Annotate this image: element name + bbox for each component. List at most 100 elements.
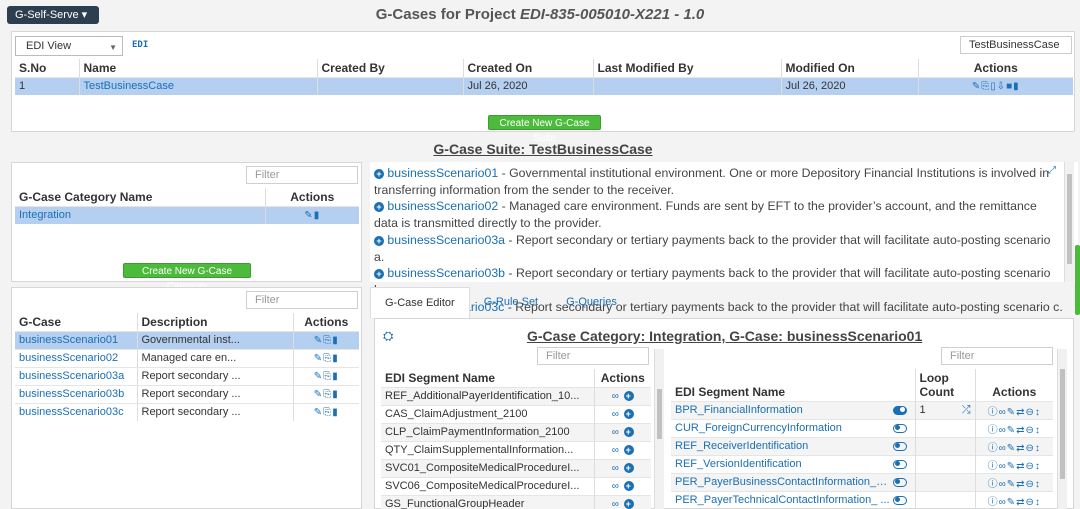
edit-icon[interactable]: ✎ <box>972 81 981 92</box>
edit-icon[interactable]: ✎ <box>314 389 323 400</box>
scrollbar-thumb[interactable] <box>1067 174 1072 264</box>
create-gcase-suite-button[interactable]: Create New G-Case Suite <box>488 115 601 144</box>
available-scrollbar[interactable] <box>654 349 664 509</box>
retweet-icon[interactable]: ⇄ <box>1016 443 1025 454</box>
suite-search-input[interactable]: TestBusinessCase <box>960 36 1072 54</box>
link-icon[interactable]: ∞ <box>999 461 1007 472</box>
link-icon[interactable]: ∞ <box>999 443 1007 454</box>
segment-name-link[interactable]: PER_PayerTechnicalContactInformation_ ..… <box>675 494 893 506</box>
trash-icon[interactable]: ▮ <box>332 407 339 418</box>
minus-circle-icon[interactable]: ⊖ <box>1026 425 1035 436</box>
minus-circle-icon[interactable]: ⊖ <box>1026 497 1035 508</box>
sort-icon[interactable]: ↕ <box>1035 407 1041 418</box>
table-row[interactable]: businessScenario01 Governmental inst... … <box>15 330 359 349</box>
info-icon[interactable]: ⓘ <box>988 493 999 508</box>
category-name-link[interactable]: Integration <box>15 205 266 224</box>
plus-circle-icon[interactable]: + <box>374 202 384 213</box>
edit-icon[interactable]: ✎ <box>314 407 323 418</box>
edit-icon[interactable]: ✎ <box>1007 425 1016 436</box>
link-icon[interactable]: ∞ <box>612 481 620 492</box>
lock-icon[interactable]: ■ <box>1006 81 1013 92</box>
link-icon[interactable]: ∞ <box>999 425 1007 436</box>
trash-icon[interactable]: ▮ <box>314 210 321 221</box>
view-select[interactable]: EDI View ▼ <box>15 36 123 56</box>
trash-icon[interactable]: ▮ <box>332 353 339 364</box>
table-row[interactable]: CAS_ClaimAdjustment_2100 ∞ + <box>381 404 651 423</box>
tab-gqueries[interactable]: G-Queries <box>552 287 631 318</box>
descriptions-scrollbar[interactable] <box>1064 162 1074 282</box>
gcase-name-link[interactable]: businessScenario03b <box>15 384 138 403</box>
table-row[interactable]: businessScenario02 Managed care en... ✎⎘… <box>15 348 359 367</box>
info-icon[interactable]: ⓘ <box>988 439 999 454</box>
hierarchy-icon[interactable]: ⛭ <box>383 328 393 344</box>
table-row[interactable]: REF_VersionIdentification ⓘ∞✎⇄⊖↕ <box>671 454 1053 473</box>
table-row[interactable]: REF_AdditionalPayerIdentification_10... ∞… <box>381 386 651 405</box>
copy-icon[interactable]: ⎘ <box>323 371 332 382</box>
toggle-switch[interactable] <box>893 495 907 505</box>
edit-icon[interactable]: ✎ <box>1007 407 1016 418</box>
available-filter-input[interactable]: Filter <box>537 347 649 365</box>
edit-icon[interactable]: ✎ <box>1007 497 1016 508</box>
tab-gcase-editor[interactable]: G-Case Editor <box>370 287 470 318</box>
plus-circle-icon[interactable]: + <box>374 235 384 246</box>
link-icon[interactable]: ∞ <box>999 407 1007 418</box>
scenario-link[interactable]: businessScenario02 <box>387 199 498 213</box>
minus-circle-icon[interactable]: ⊖ <box>1026 443 1035 454</box>
info-icon[interactable]: ⓘ <box>988 457 999 472</box>
plus-circle-icon[interactable]: + <box>623 462 634 473</box>
plus-circle-icon[interactable]: + <box>623 426 634 437</box>
selected-scrollbar[interactable] <box>1057 349 1067 509</box>
segment-name-link[interactable]: PER_PayerBusinessContactInformation_1 ..… <box>675 476 893 488</box>
retweet-icon[interactable]: ⇄ <box>1016 479 1025 490</box>
side-handle[interactable] <box>1075 245 1080 315</box>
table-row[interactable]: businessScenario03b Report secondary ...… <box>15 384 359 403</box>
table-row[interactable]: SVC06_CompositeMedicalProcedureI... ∞ + <box>381 476 651 495</box>
toggle-switch[interactable] <box>893 459 907 469</box>
segment-name-link[interactable]: REF_VersionIdentification <box>675 458 893 470</box>
table-row[interactable]: BPR_FinancialInformation 1 ⤮ ⓘ∞✎⇄⊖↕ <box>671 400 1053 419</box>
sort-icon[interactable]: ↕ <box>1035 461 1041 472</box>
trash-icon[interactable]: ▮ <box>332 371 339 382</box>
gcase-name-link[interactable]: businessScenario01 <box>15 330 138 349</box>
retweet-icon[interactable]: ⇄ <box>1016 407 1025 418</box>
scrollbar-thumb[interactable] <box>657 389 662 439</box>
link-icon[interactable]: ∞ <box>612 463 620 474</box>
info-icon[interactable]: ⓘ <box>988 403 999 418</box>
sort-icon[interactable]: ↕ <box>1035 443 1041 454</box>
scenario-link[interactable]: businessScenario03b <box>387 266 505 280</box>
row-name-link[interactable]: TestBusinessCase <box>79 76 318 95</box>
link-icon[interactable]: ∞ <box>999 497 1007 508</box>
table-row[interactable]: CUR_ForeignCurrencyInformation ⓘ∞✎⇄⊖↕ <box>671 418 1053 437</box>
gcase-filter-input[interactable]: Filter <box>246 291 358 309</box>
copy-icon[interactable]: ⎘ <box>323 353 332 364</box>
plus-circle-icon[interactable]: + <box>374 268 384 279</box>
scenario-link[interactable]: businessScenario01 <box>387 166 498 180</box>
link-icon[interactable]: ∞ <box>612 391 620 402</box>
info-icon[interactable]: ⓘ <box>988 475 999 490</box>
retweet-icon[interactable]: ⇄ <box>1016 497 1025 508</box>
plus-circle-icon[interactable]: + <box>623 408 634 419</box>
table-row[interactable]: businessScenario03c Report secondary ...… <box>15 402 359 421</box>
toggle-switch[interactable] <box>893 477 907 487</box>
edit-icon[interactable]: ✎ <box>1007 461 1016 472</box>
minus-circle-icon[interactable]: ⊖ <box>1026 407 1035 418</box>
link-icon[interactable]: ∞ <box>612 427 620 438</box>
selected-filter-input[interactable]: Filter <box>941 347 1053 365</box>
link-icon[interactable]: ∞ <box>612 445 620 456</box>
plus-circle-icon[interactable]: + <box>623 499 634 509</box>
scrollbar-thumb[interactable] <box>1060 369 1065 479</box>
table-row[interactable]: PER_PayerTechnicalContactInformation_ ..… <box>671 490 1053 509</box>
minus-circle-icon[interactable]: ⊖ <box>1026 461 1035 472</box>
edit-icon[interactable]: ✎ <box>1007 443 1016 454</box>
link-icon[interactable]: ∞ <box>612 499 620 509</box>
plus-circle-icon[interactable]: + <box>623 444 634 455</box>
copy-icon[interactable]: ⎘ <box>323 407 332 418</box>
segment-name-link[interactable]: BPR_FinancialInformation <box>675 404 893 416</box>
create-gcase-category-button[interactable]: Create New G-Case Category <box>123 263 251 292</box>
table-row[interactable]: REF_ReceiverIdentification ⓘ∞✎⇄⊖↕ <box>671 436 1053 455</box>
sort-icon[interactable]: ↕ <box>1035 425 1041 436</box>
retweet-icon[interactable]: ⇄ <box>1016 461 1025 472</box>
edit-icon[interactable]: ✎ <box>1007 479 1016 490</box>
category-filter-input[interactable]: Filter <box>246 166 358 184</box>
table-row[interactable]: SVC01_CompositeMedicalProcedureI... ∞ + <box>381 458 651 477</box>
